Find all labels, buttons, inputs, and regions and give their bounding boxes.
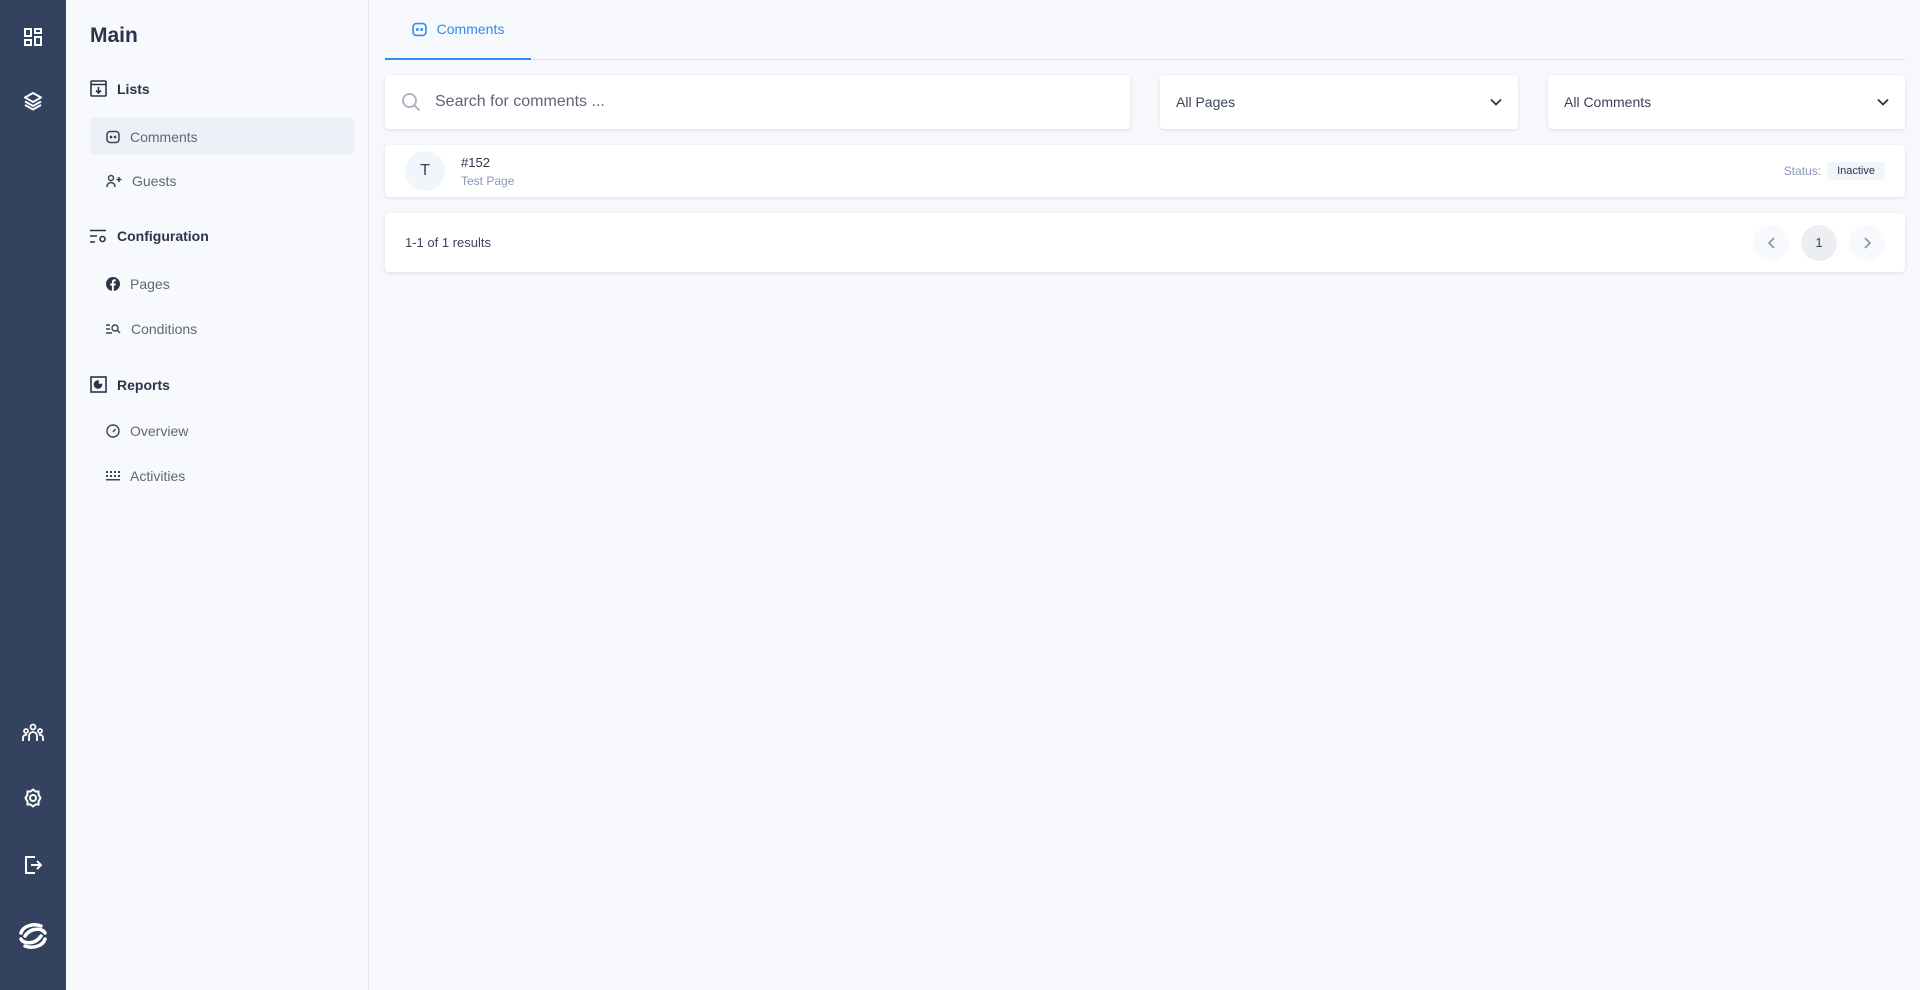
settings-icon[interactable] [21, 786, 45, 810]
tab-bar: Comments [385, 0, 1905, 60]
chevron-down-icon [1877, 98, 1889, 106]
dashboard-icon[interactable] [21, 25, 45, 49]
config-icon [90, 229, 106, 243]
icon-rail [0, 0, 66, 990]
comment-icon [106, 130, 120, 143]
sidebar-item-activities[interactable]: Activities [90, 457, 354, 494]
grid-dots-icon [106, 470, 120, 480]
chevron-right-icon [1863, 236, 1871, 249]
gauge-icon [106, 423, 120, 438]
search-input[interactable] [435, 93, 1035, 111]
archive-icon [90, 80, 107, 97]
add-user-icon [106, 174, 122, 187]
page-name: Test Page [461, 173, 515, 188]
avatar: T [405, 151, 445, 191]
comment-id: #152 [461, 154, 490, 170]
logo-icon [17, 921, 49, 951]
sidebar-title: Main [90, 24, 138, 47]
comments-dropdown[interactable]: All Comments [1548, 75, 1905, 129]
layers-icon[interactable] [21, 89, 45, 113]
next-page-button[interactable] [1849, 224, 1885, 261]
search-box[interactable] [385, 75, 1130, 129]
section-configuration: Configuration [90, 228, 209, 244]
section-lists: Lists [90, 80, 150, 97]
list-search-icon [106, 323, 121, 334]
sidebar-item-conditions[interactable]: Conditions [90, 310, 354, 347]
section-reports: Reports [90, 376, 170, 393]
secondary-sidebar: Main Lists Comments Guests Configuration… [66, 0, 369, 990]
sidebar-item-overview[interactable]: Overview [90, 412, 354, 449]
main-content: Comments All Pages All Comments T #152 Te… [369, 0, 1920, 990]
search-icon [402, 93, 421, 112]
table-row[interactable]: T #152 Test Page Status: Inactive [385, 145, 1905, 197]
sidebar-item-guests[interactable]: Guests [90, 162, 354, 199]
report-icon [90, 376, 107, 393]
tab-comments[interactable]: Comments [385, 0, 531, 60]
pagination: 1-1 of 1 results 1 [385, 213, 1905, 272]
chevron-down-icon [1490, 98, 1502, 106]
team-icon[interactable] [21, 721, 45, 745]
results-summary: 1-1 of 1 results [405, 235, 491, 250]
pages-dropdown[interactable]: All Pages [1160, 75, 1518, 129]
page-1-button[interactable]: 1 [1801, 224, 1837, 261]
sidebar-item-pages[interactable]: Pages [90, 265, 354, 302]
status-label: Status: [1783, 164, 1822, 178]
facebook-icon [106, 276, 120, 291]
status-badge: Inactive [1827, 162, 1885, 180]
chevron-left-icon [1767, 236, 1775, 249]
logout-icon[interactable] [21, 853, 45, 877]
comment-icon [411, 22, 427, 36]
prev-page-button[interactable] [1753, 224, 1789, 261]
sidebar-item-comments[interactable]: Comments [90, 118, 354, 155]
